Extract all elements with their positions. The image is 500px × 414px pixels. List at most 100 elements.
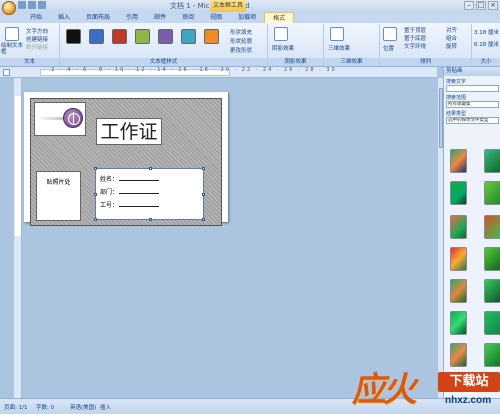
watermark-url: nhxz.com — [445, 395, 492, 406]
vertical-ruler-text-area — [15, 96, 21, 236]
style-swatch-5[interactable] — [158, 29, 173, 44]
title-bar: 文档 1 - Microsoft Word 文本框工具 – □ × — [0, 0, 500, 15]
create-link-button[interactable]: 创建链接 — [26, 35, 48, 43]
id-field-label: 工号： — [100, 202, 119, 209]
ribbon: 绘制文本框 文字方向 创建链接 断开链接 文本 形状填充 形状轮廓 更改形状 文… — [0, 23, 500, 67]
resize-handle[interactable] — [149, 167, 152, 170]
break-link-button[interactable]: 断开链接 — [26, 43, 48, 51]
minimize-icon[interactable]: – — [464, 1, 474, 10]
position-icon[interactable] — [383, 27, 397, 41]
size-group: 3.18 厘米 6.18 厘米 大小 — [472, 24, 500, 66]
resize-handle[interactable] — [94, 218, 97, 221]
word-count[interactable]: 字数: 0 — [36, 403, 54, 411]
shape-fill-button[interactable]: 形状填充 — [230, 28, 252, 36]
group-button[interactable]: 组合 — [446, 34, 457, 42]
shadow-effects-icon[interactable] — [274, 27, 288, 41]
clipart-thumbnail[interactable] — [484, 149, 500, 173]
page-count[interactable]: 页面: 1/1 — [4, 403, 27, 411]
id-underline — [119, 206, 159, 207]
shadow-effects-button[interactable]: 阴影效果 — [272, 44, 294, 52]
width-field[interactable]: 6.18 厘米 — [474, 40, 499, 48]
text-group: 绘制文本框 文字方向 创建链接 断开链接 文本 — [0, 24, 60, 66]
globe-logo-icon — [63, 108, 83, 128]
close-icon[interactable]: × — [488, 1, 498, 10]
search-in-select[interactable]: 所有收藏集 — [446, 101, 499, 108]
clipart-thumbnail[interactable] — [450, 181, 467, 205]
results-type-select[interactable]: 选中的媒体文件类型 — [446, 117, 499, 124]
height-field[interactable]: 3.18 厘米 — [474, 28, 499, 36]
tab-insert[interactable]: 插入 — [50, 12, 78, 23]
resize-handle[interactable] — [94, 167, 97, 170]
draw-textbox-icon[interactable] — [5, 27, 19, 41]
position-button[interactable]: 位置 — [383, 44, 394, 52]
shape-outline-button[interactable]: 形状轮廓 — [230, 37, 252, 45]
style-swatch-3[interactable] — [112, 29, 127, 44]
maximize-icon[interactable]: □ — [476, 1, 486, 10]
style-swatch-1[interactable] — [66, 29, 81, 44]
document-area: 工作证 贴照片处 姓名： 部门： 工号： — [22, 78, 437, 398]
threed-effects-icon[interactable] — [330, 27, 344, 41]
text-direction-button[interactable]: 文字方向 — [26, 27, 48, 35]
threed-effects-button[interactable]: 三维效果 — [328, 44, 350, 52]
rotate-button[interactable]: 旋转 — [446, 42, 457, 50]
size-group-label: 大小 — [472, 58, 500, 66]
tab-review[interactable]: 审阅 — [174, 12, 202, 23]
tab-home[interactable]: 开始 — [22, 12, 50, 23]
tab-page-layout[interactable]: 页面布局 — [78, 12, 118, 23]
clipart-thumbnail[interactable] — [484, 311, 500, 335]
change-shape-button[interactable]: 更改形状 — [230, 46, 252, 54]
clipart-thumbnail[interactable] — [484, 181, 500, 205]
insert-mode[interactable]: 插入 — [100, 403, 111, 411]
clipart-thumbnail[interactable] — [450, 215, 467, 239]
office-button[interactable] — [2, 1, 16, 15]
info-textbox[interactable]: 姓名： 部门： 工号： — [94, 167, 205, 221]
document-page[interactable]: 工作证 贴照片处 姓名： 部门： 工号： — [24, 92, 228, 226]
draw-textbox-button[interactable]: 绘制文本框 — [1, 43, 25, 55]
bring-to-front-button[interactable]: 置于顶层 — [404, 26, 426, 34]
logo-box[interactable] — [34, 102, 86, 136]
id-card[interactable]: 工作证 贴照片处 姓名： 部门： 工号： — [30, 98, 222, 226]
search-input[interactable] — [446, 85, 499, 92]
clipart-thumbnail[interactable] — [450, 247, 467, 271]
clipart-thumbnail[interactable] — [450, 149, 467, 173]
tab-view[interactable]: 视图 — [202, 12, 230, 23]
style-swatch-4[interactable] — [135, 29, 150, 44]
clipart-thumbnail[interactable] — [484, 279, 500, 303]
tab-mailings[interactable]: 邮件 — [146, 12, 174, 23]
photo-placeholder[interactable]: 贴照片处 — [36, 171, 81, 221]
name-field-label: 姓名： — [100, 176, 119, 183]
card-title[interactable]: 工作证 — [96, 118, 162, 145]
send-to-back-button[interactable]: 置于底层 — [404, 34, 426, 42]
resize-handle[interactable] — [94, 193, 97, 196]
tab-references[interactable]: 引用 — [118, 12, 146, 23]
style-swatch-2[interactable] — [89, 29, 104, 44]
threed-group: 三维效果 三维效果 — [324, 24, 380, 66]
style-swatch-6[interactable] — [181, 29, 196, 44]
vertical-ruler — [14, 78, 22, 398]
clipart-thumbnail[interactable] — [484, 343, 500, 367]
undo-icon[interactable] — [28, 1, 36, 9]
watermark-brand: 应火 — [349, 370, 421, 410]
results-type-label: 结果类型 — [446, 111, 467, 117]
language-indicator[interactable]: 英语(美国) — [70, 403, 96, 411]
clipart-thumbnail[interactable] — [484, 215, 500, 239]
quick-access-toolbar — [18, 1, 46, 9]
clipart-thumbnail[interactable] — [450, 279, 467, 303]
resize-handle[interactable] — [202, 218, 205, 221]
clipart-thumbnail[interactable] — [484, 247, 500, 271]
save-icon[interactable] — [18, 1, 26, 9]
redo-icon[interactable] — [38, 1, 46, 9]
style-swatch-7[interactable] — [204, 29, 219, 44]
resize-handle[interactable] — [149, 218, 152, 221]
tab-selector-icon[interactable] — [3, 69, 10, 76]
clipart-thumbnail[interactable] — [450, 343, 467, 367]
text-wrap-button[interactable]: 文字环绕 — [404, 42, 426, 50]
align-button[interactable]: 对齐 — [446, 26, 457, 34]
textbox-styles-label: 文本框样式 — [60, 58, 267, 66]
tab-addins[interactable]: 加载项 — [230, 12, 264, 23]
resize-handle[interactable] — [202, 193, 205, 196]
name-underline — [119, 180, 159, 181]
tab-format[interactable]: 格式 — [264, 12, 295, 23]
resize-handle[interactable] — [202, 167, 205, 170]
clipart-thumbnail[interactable] — [450, 311, 467, 335]
